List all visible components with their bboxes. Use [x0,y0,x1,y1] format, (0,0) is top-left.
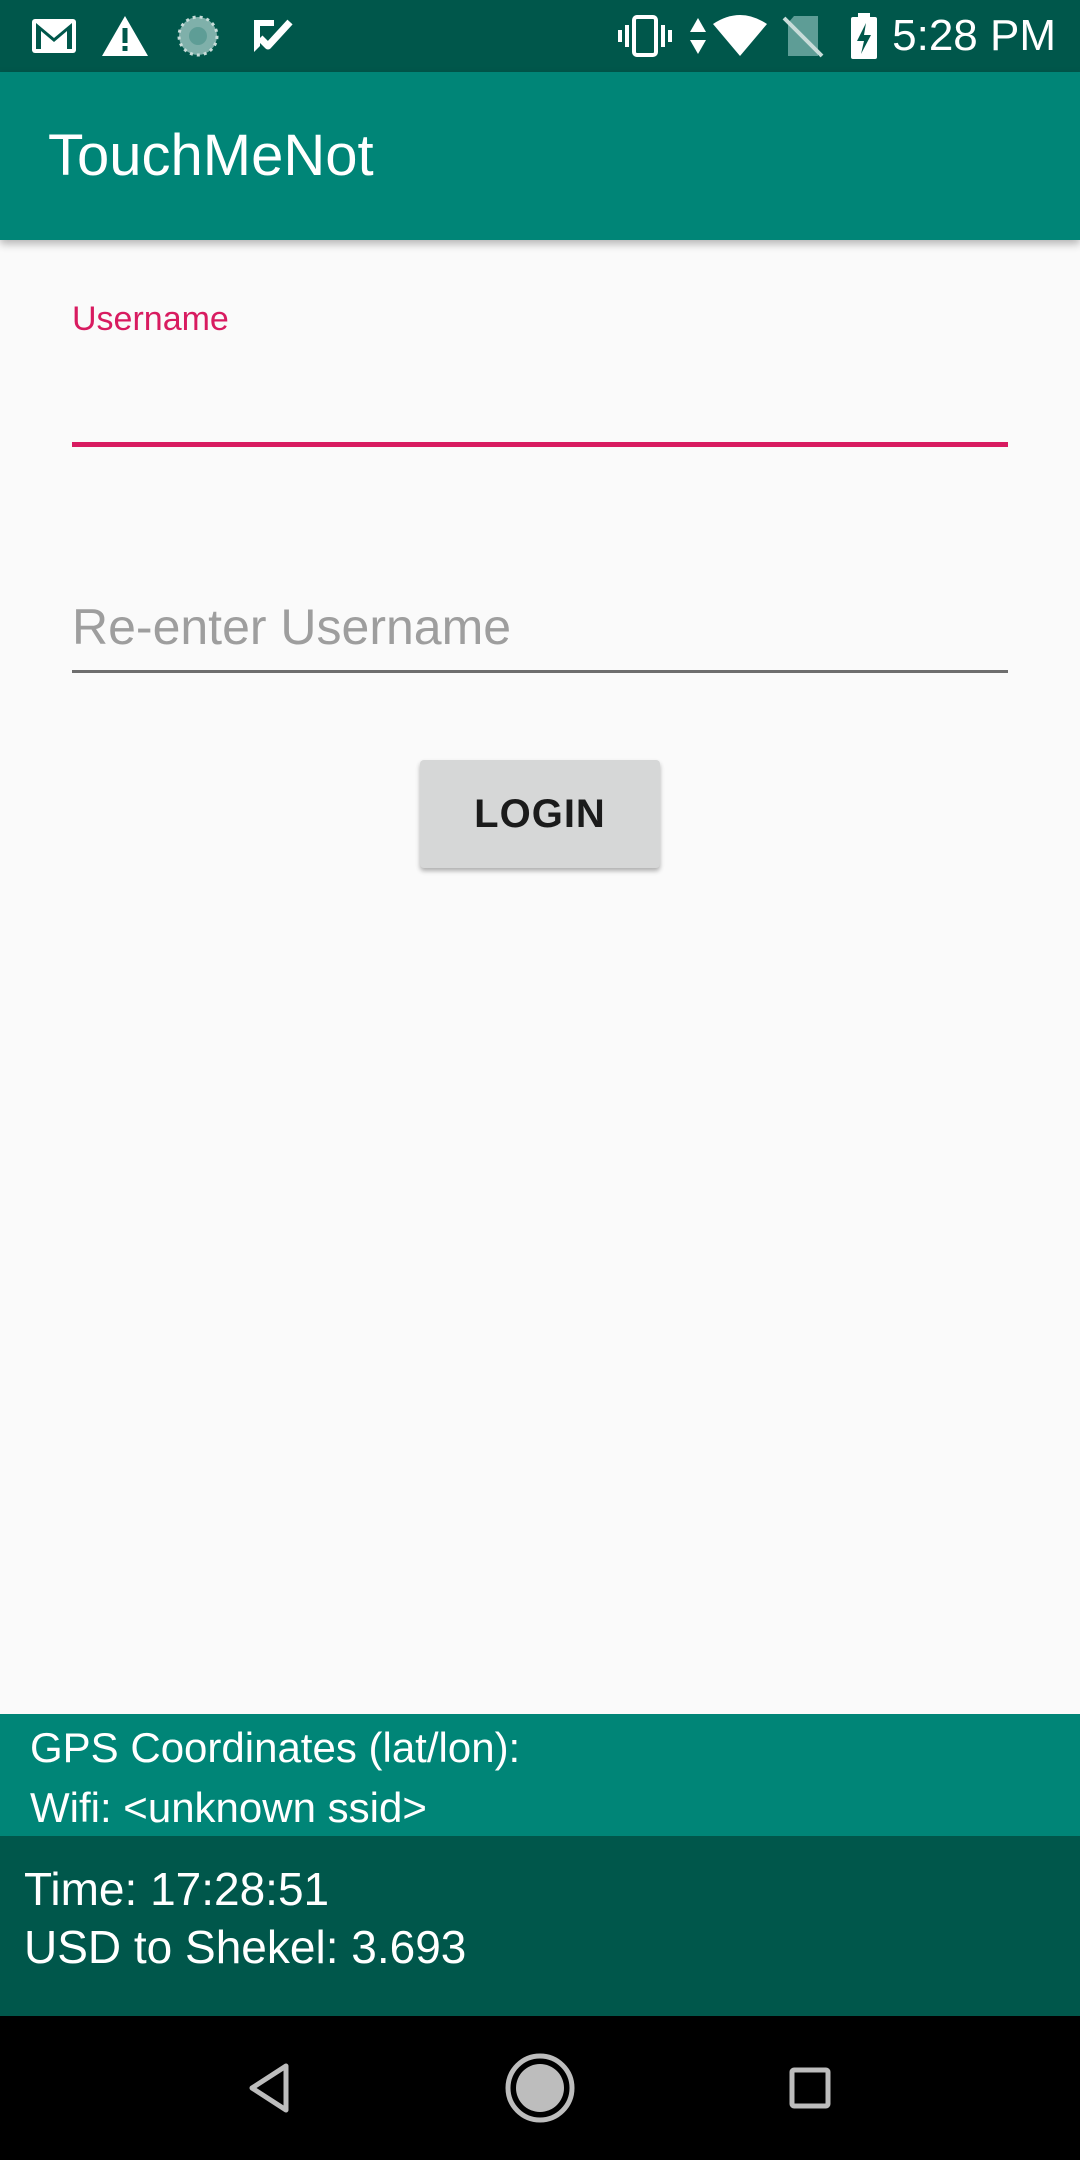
data-arrows-icon [686,12,710,60]
gmail-icon [30,12,78,60]
time-currency-panel: Time: 17:28:51 USD to Shekel: 3.693 [0,1836,1080,2016]
status-bar: 5:28 PM [0,0,1080,72]
reenter-username-field [72,590,1008,676]
gps-coordinates-label: GPS Coordinates (lat/lon): [30,1724,521,1771]
navigation-bar [0,2016,1080,2160]
time-label: Time: 17:28:51 [24,1863,330,1915]
app-bar: TouchMeNot [0,72,1080,240]
battery-charging-icon [844,12,884,60]
status-time: 5:28 PM [892,11,1056,60]
username-input[interactable] [72,360,1008,430]
gps-wifi-panel: GPS Coordinates (lat/lon): Wifi: <unknow… [0,1714,1080,1836]
username-underline [72,442,1008,447]
no-sim-icon [780,12,826,60]
reenter-username-underline [72,670,1008,673]
username-field: Username [72,296,1008,450]
wifi-icon [712,12,768,60]
app-title: TouchMeNot [48,123,374,188]
warning-icon [100,12,150,60]
recents-icon[interactable] [766,2044,854,2132]
vibrate-icon [618,12,672,60]
login-button[interactable]: LOGIN [420,760,660,868]
tasks-icon [248,12,296,60]
reenter-username-input[interactable] [72,590,1008,664]
wifi-label: Wifi: <unknown ssid> [30,1784,427,1831]
usd-to-shekel-label: USD to Shekel: 3.693 [24,1921,467,1973]
username-label: Username [72,300,229,338]
home-icon[interactable] [496,2044,584,2132]
back-icon[interactable] [226,2044,314,2132]
sync-icon [174,12,222,60]
